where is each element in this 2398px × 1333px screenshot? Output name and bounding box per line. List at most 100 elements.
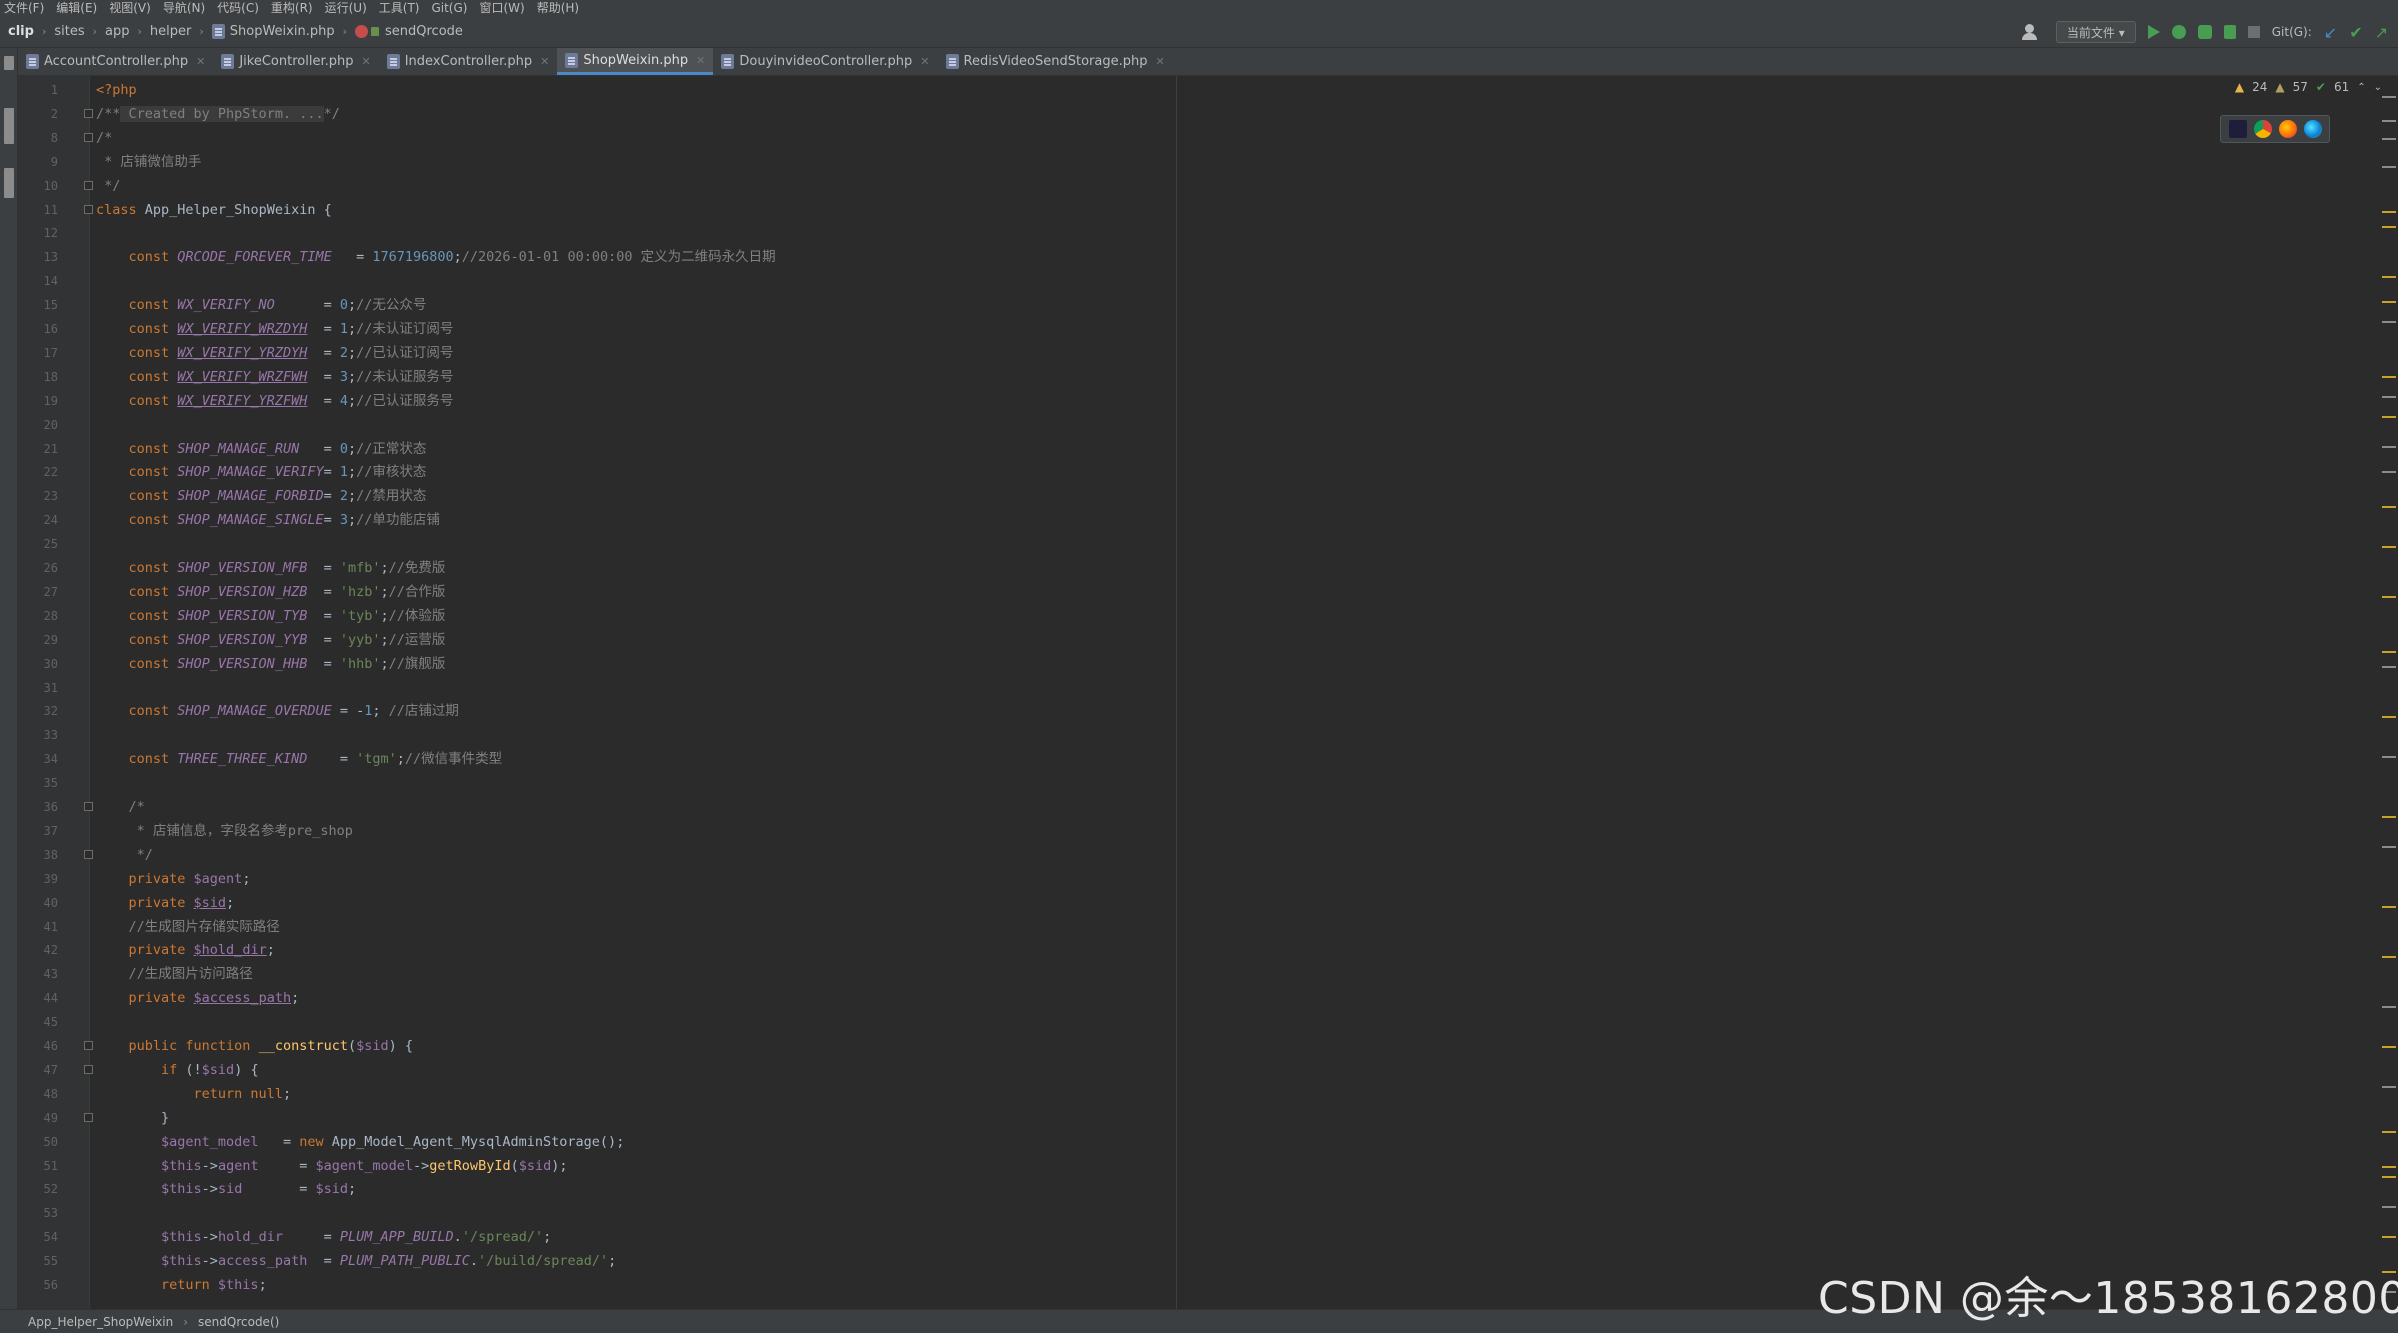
close-icon[interactable]: ✕ [196, 55, 205, 68]
editor-tab[interactable]: DouyinvideoController.php ✕ [713, 48, 937, 75]
code-editor[interactable]: 1 2 8 9 10 11 12 13 14 15 16 17 18 19 20 21 22 23 24 25 26 27… [18, 76, 2398, 1309]
line-number[interactable]: 44 [18, 986, 58, 1010]
code-line[interactable]: const QRCODE_FOREVER_TIME = 1767196800;/… [96, 245, 776, 269]
code-line[interactable]: return $this; [96, 1273, 267, 1297]
error-stripe-marker[interactable] [2382, 138, 2396, 140]
code-line[interactable]: <?php [96, 78, 137, 102]
line-number[interactable]: 9 [18, 150, 58, 174]
line-number[interactable]: 34 [18, 747, 58, 771]
structure-tool-icon[interactable] [4, 108, 14, 144]
breadcrumb-method[interactable]: sendQrcode [355, 24, 463, 39]
code-line[interactable]: if (!$sid) { [96, 1058, 259, 1082]
close-icon[interactable]: ✕ [1156, 55, 1165, 68]
error-stripe-marker[interactable] [2382, 301, 2396, 303]
breadcrumb-project[interactable]: clip [8, 24, 34, 39]
error-stripe[interactable] [2380, 76, 2398, 1309]
line-number[interactable]: 37 [18, 819, 58, 843]
code-line[interactable]: const SHOP_VERSION_HZB = 'hzb';//合作版 [96, 580, 446, 604]
line-number[interactable]: 51 [18, 1154, 58, 1178]
line-number[interactable]: 40 [18, 891, 58, 915]
debug-icon[interactable] [2171, 25, 2186, 39]
code-line[interactable]: } [96, 1106, 169, 1130]
line-number[interactable]: 23 [18, 484, 58, 508]
error-stripe-marker[interactable] [2382, 321, 2396, 323]
edge-icon[interactable] [2303, 120, 2322, 138]
editor-tab[interactable]: ShopWeixin.php ✕ [557, 48, 714, 75]
code-line[interactable]: //生成图片存储实际路径 [96, 915, 280, 939]
menu-item[interactable]: Git(G) [431, 0, 467, 16]
code-line[interactable]: return null; [96, 1082, 292, 1106]
fold-toggle-icon[interactable] [84, 849, 93, 859]
menu-item[interactable]: 视图(V) [109, 0, 151, 16]
line-number[interactable]: 24 [18, 508, 58, 532]
code-line[interactable]: const SHOP_VERSION_TYB = 'tyb';//体验版 [96, 604, 446, 628]
line-number[interactable]: 45 [18, 1010, 58, 1034]
code-line[interactable]: * 店铺微信助手 [96, 150, 201, 174]
code-line[interactable]: const WX_VERIFY_WRZFWH = 3;//未认证服务号 [96, 365, 454, 389]
error-stripe-marker[interactable] [2382, 1131, 2396, 1133]
code-line[interactable]: private $hold_dir; [96, 938, 275, 962]
code-line[interactable]: const SHOP_MANAGE_SINGLE= 3;//单功能店铺 [96, 508, 440, 532]
error-stripe-marker[interactable] [2382, 506, 2396, 508]
line-number[interactable]: 26 [18, 556, 58, 580]
error-stripe-marker[interactable] [2382, 546, 2396, 548]
line-number[interactable]: 14 [18, 269, 58, 293]
line-number[interactable]: 12 [18, 221, 58, 245]
line-number[interactable]: 54 [18, 1225, 58, 1249]
menu-item[interactable]: 编辑(E) [56, 0, 97, 16]
code-line[interactable]: //生成图片访问路径 [96, 962, 253, 986]
error-stripe-marker[interactable] [2382, 666, 2396, 668]
git-commit-icon[interactable]: ✔ [2349, 23, 2362, 42]
line-number[interactable]: 8 [18, 126, 58, 150]
line-number[interactable]: 33 [18, 723, 58, 747]
line-number[interactable]: 31 [18, 676, 58, 700]
close-icon[interactable]: ✕ [696, 54, 705, 67]
git-update-icon[interactable]: ↙ [2324, 23, 2337, 42]
line-number[interactable]: 16 [18, 317, 58, 341]
fold-toggle-icon[interactable] [84, 1064, 93, 1074]
error-stripe-marker[interactable] [2382, 651, 2396, 653]
code-line[interactable]: */ [96, 174, 120, 198]
line-number[interactable]: 21 [18, 437, 58, 461]
line-number[interactable]: 47 [18, 1058, 58, 1082]
error-stripe-marker[interactable] [2382, 1086, 2396, 1088]
code-line[interactable]: private $access_path; [96, 986, 300, 1010]
code-line[interactable]: const SHOP_MANAGE_RUN = 0;//正常状态 [96, 437, 427, 461]
project-tool-icon[interactable] [4, 56, 14, 70]
line-number[interactable]: 30 [18, 652, 58, 676]
previous-problem-icon[interactable]: ⌃ [2357, 82, 2365, 93]
line-number[interactable]: 48 [18, 1082, 58, 1106]
code-line[interactable]: $agent_model = new App_Model_Agent_Mysql… [96, 1130, 624, 1154]
error-stripe-marker[interactable] [2382, 906, 2396, 908]
editor-tab[interactable]: AccountController.php ✕ [18, 48, 213, 75]
code-line[interactable]: /** Created by PhpStorm. ...*/ [96, 102, 340, 126]
error-stripe-marker[interactable] [2382, 376, 2396, 378]
error-stripe-marker[interactable] [2382, 716, 2396, 718]
code-line[interactable]: $this->access_path = PLUM_PATH_PUBLIC.'/… [96, 1249, 616, 1273]
code-line[interactable]: */ [96, 843, 153, 867]
fold-toggle-icon[interactable] [84, 132, 93, 142]
run-config-dropdown[interactable]: 当前文件 ▾ [2055, 21, 2136, 43]
error-stripe-marker[interactable] [2382, 1206, 2396, 1208]
close-icon[interactable]: ✕ [361, 55, 370, 68]
error-stripe-marker[interactable] [2382, 471, 2396, 473]
code-area[interactable]: <?php/** Created by PhpStorm. ...*//* * … [96, 76, 1176, 1309]
error-stripe-marker[interactable] [2382, 1006, 2396, 1008]
line-number[interactable]: 35 [18, 771, 58, 795]
line-number[interactable]: 39 [18, 867, 58, 891]
editor-tab[interactable]: RedisVideoSendStorage.php ✕ [938, 48, 1173, 75]
breadcrumb-sites[interactable]: sites [54, 24, 84, 39]
menu-item[interactable]: 帮助(H) [537, 0, 579, 16]
menu-item[interactable]: 代码(C) [217, 0, 259, 16]
fold-toggle-icon[interactable] [84, 1112, 93, 1122]
code-line[interactable]: const SHOP_VERSION_YYB = 'yyb';//运营版 [96, 628, 446, 652]
line-number[interactable]: 17 [18, 341, 58, 365]
breadcrumb-file[interactable]: ShopWeixin.php [211, 24, 335, 39]
stop-icon[interactable] [2247, 26, 2260, 38]
fold-toggle-icon[interactable] [84, 108, 93, 118]
error-stripe-marker[interactable] [2382, 276, 2396, 278]
line-number[interactable]: 32 [18, 699, 58, 723]
code-line[interactable]: const WX_VERIFY_NO = 0;//无公众号 [96, 293, 427, 317]
code-line[interactable]: const WX_VERIFY_YRZDYH = 2;//已认证订阅号 [96, 341, 454, 365]
code-line[interactable]: /* [96, 126, 112, 150]
